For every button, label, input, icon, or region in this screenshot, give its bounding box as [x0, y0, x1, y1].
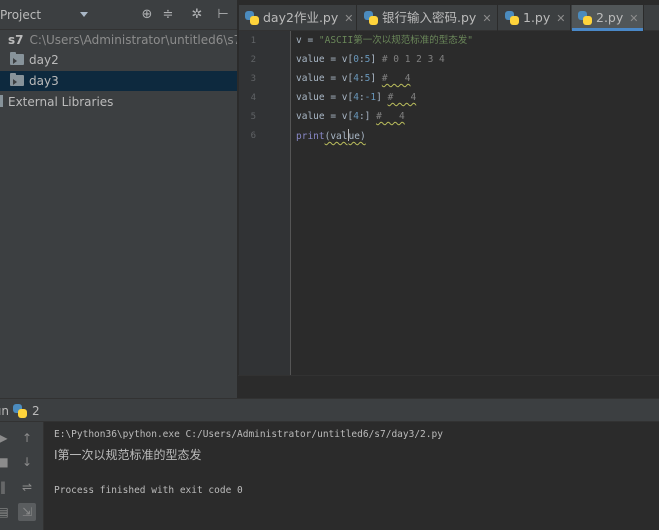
editor-bottom-area — [238, 375, 659, 398]
globe-target-icon[interactable]: ⊕ — [139, 7, 155, 23]
console-output-line: I第一次以规范标准的型态发 — [54, 448, 202, 462]
code-line-6: print(value) — [296, 129, 366, 142]
hide-panel-icon[interactable]: ⊢ — [215, 7, 231, 23]
tree-item-day3[interactable]: day3 — [0, 71, 237, 91]
project-tool-window: Project ⊕ ≑ ✲ ⊢ s7 C:\Users\Administrator… — [0, 0, 238, 398]
tree-item-external-libraries[interactable]: External Libraries — [0, 92, 237, 112]
project-panel-title[interactable]: Project — [0, 8, 41, 22]
run-tool-window-header: Run 2 — [0, 398, 659, 422]
pause-icon[interactable]: ‖ — [0, 478, 12, 496]
close-icon[interactable]: ✕ — [482, 12, 491, 25]
scroll-to-end-icon[interactable]: ⇲ — [18, 503, 36, 521]
python-file-icon — [364, 11, 378, 25]
close-icon[interactable]: ✕ — [344, 12, 353, 25]
code-line-3: value = v[4:5] # 4 — [296, 73, 411, 84]
editor-tabs: day2作业.py ✕ 银行输入密码.py ✕ 1.py ✕ 2.py ✕ — [239, 5, 659, 31]
project-panel-header: Project ⊕ ≑ ✲ ⊢ — [0, 0, 237, 30]
folder-icon — [10, 73, 24, 86]
tab-1-py[interactable]: 1.py ✕ — [499, 5, 571, 31]
code-line-2: value = v[0:5] # 0 1 2 3 4 — [296, 54, 445, 65]
tree-item-label: External Libraries — [8, 95, 114, 109]
line-number: 4 — [250, 93, 256, 103]
tab-2-py[interactable]: 2.py ✕ — [572, 5, 644, 31]
run-label: Run — [0, 404, 10, 418]
tree-item-day2[interactable]: day2 — [0, 50, 237, 70]
tab-day2-homework[interactable]: day2作业.py ✕ — [239, 5, 357, 31]
run-toolbar: ↑ ↓ ⇌ ⇲ ▶ ■ ‖ ▤ — [0, 422, 44, 530]
settings-icon[interactable]: ▤ — [0, 503, 12, 521]
tab-label: 2.py — [596, 10, 624, 25]
line-number: 3 — [250, 74, 256, 84]
library-icon — [0, 95, 3, 107]
collapse-icon[interactable]: ≑ — [160, 7, 176, 23]
python-file-icon — [578, 11, 592, 25]
python-file-icon — [245, 11, 259, 25]
line-number: 5 — [250, 112, 256, 122]
python-file-icon — [13, 404, 27, 418]
code-line-1: v = "ASCII第一次以规范标准的型态发" — [296, 35, 473, 46]
code-line-4: value = v[4:-1] # 4 — [296, 92, 417, 103]
rerun-icon[interactable]: ▶ — [0, 429, 12, 447]
tab-label: 银行输入密码.py — [382, 10, 477, 25]
line-number-gutter: 1 2 3 4 5 6 — [239, 31, 291, 375]
line-number: 6 — [250, 131, 256, 141]
down-arrow-icon[interactable]: ↓ — [18, 453, 36, 471]
tab-label: 1.py — [523, 10, 551, 25]
gear-icon[interactable]: ✲ — [189, 7, 205, 23]
tree-root-path: C:\Users\Administrator\untitled6\s7 — [29, 33, 238, 47]
close-icon[interactable]: ✕ — [629, 12, 638, 25]
line-number: 2 — [250, 55, 256, 65]
stop-icon[interactable]: ■ — [0, 453, 12, 471]
tab-bank-password[interactable]: 银行输入密码.py ✕ — [358, 5, 498, 31]
chevron-down-icon[interactable] — [80, 12, 88, 17]
tab-label: day2作业.py — [263, 10, 339, 25]
tree-root-s7[interactable]: s7 C:\Users\Administrator\untitled6\s7 — [0, 30, 237, 50]
tree-root-name: s7 — [8, 33, 24, 47]
tree-item-label: day3 — [29, 74, 59, 88]
code-line-5: value = v[4:] # 4 — [296, 111, 405, 122]
console-command-line: E:\Python36\python.exe C:/Users/Administ… — [54, 429, 443, 440]
line-number: 1 — [250, 36, 256, 46]
soft-wrap-icon[interactable]: ⇌ — [18, 478, 36, 496]
close-icon[interactable]: ✕ — [556, 12, 565, 25]
code-editor[interactable]: v = "ASCII第一次以规范标准的型态发" value = v[0:5] #… — [292, 31, 659, 375]
tree-item-label: day2 — [29, 53, 59, 67]
folder-icon — [10, 52, 24, 65]
up-arrow-icon[interactable]: ↑ — [18, 429, 36, 447]
run-config-name[interactable]: 2 — [32, 404, 40, 418]
run-console[interactable]: E:\Python36\python.exe C:/Users/Administ… — [45, 422, 659, 530]
console-exit-line: Process finished with exit code 0 — [54, 485, 243, 496]
python-file-icon — [505, 11, 519, 25]
